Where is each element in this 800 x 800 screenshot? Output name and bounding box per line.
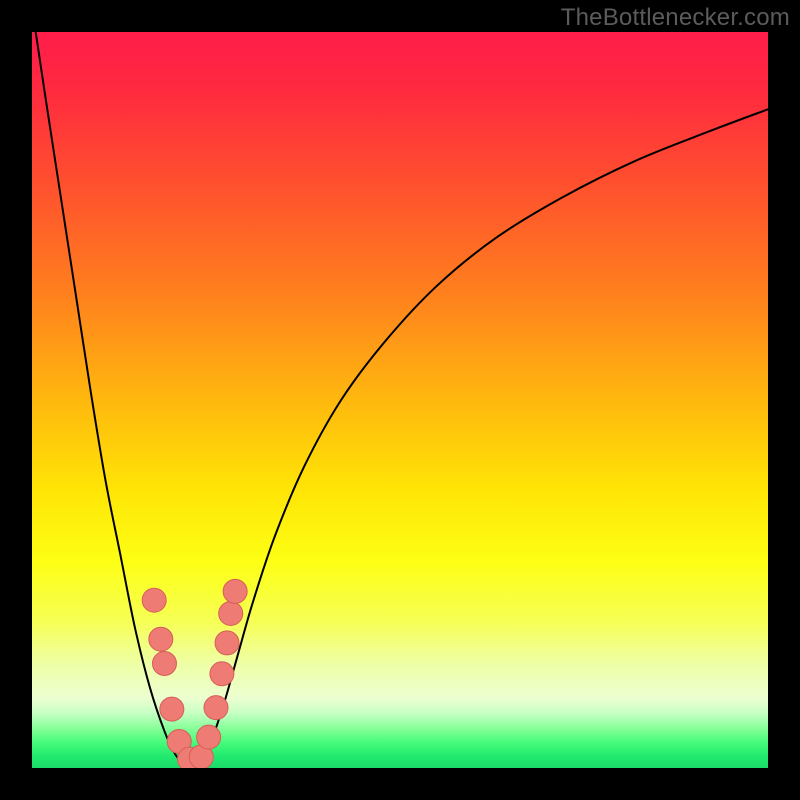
plot-area <box>32 32 768 768</box>
data-marker <box>210 662 234 686</box>
data-marker <box>197 725 221 749</box>
data-marker <box>149 627 173 651</box>
watermark-text: TheBottlenecker.com <box>561 4 790 32</box>
data-marker <box>204 696 228 720</box>
data-marker <box>215 631 239 655</box>
data-marker <box>152 651 176 675</box>
data-marker <box>219 601 243 625</box>
data-marker <box>160 697 184 721</box>
chart-svg <box>32 32 768 768</box>
data-marker <box>142 588 166 612</box>
chart-frame: TheBottlenecker.com <box>0 0 800 800</box>
data-marker <box>223 579 247 603</box>
